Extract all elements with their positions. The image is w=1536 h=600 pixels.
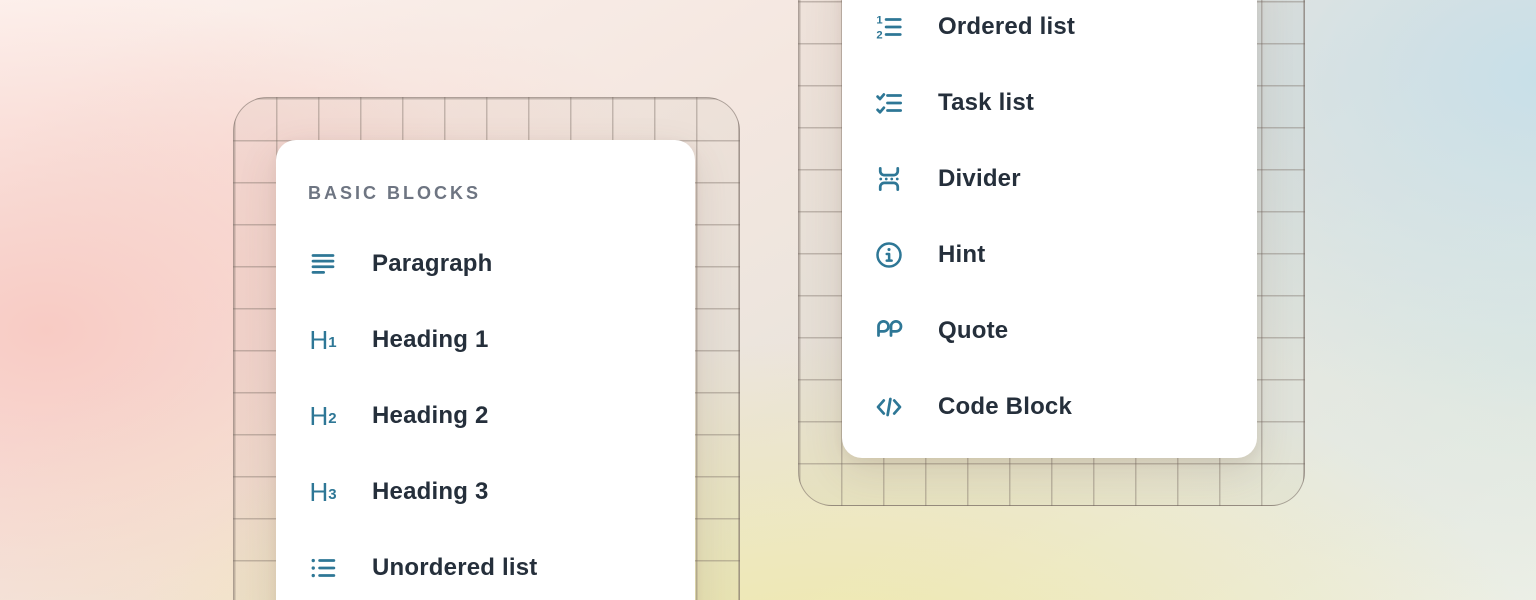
hint-icon bbox=[874, 240, 904, 270]
menu-item-ordered-list[interactable]: 1 2 Ordered list bbox=[842, 0, 1257, 65]
menu-item-label: Code Block bbox=[938, 393, 1072, 421]
block-menu-hero: BASIC BLOCKS Paragraph H1 Heading 1 H2 H… bbox=[0, 0, 1536, 600]
unordered-list-icon bbox=[308, 553, 338, 583]
menu-item-label: Divider bbox=[938, 165, 1021, 193]
menu-item-label: Paragraph bbox=[372, 250, 493, 278]
basic-blocks-list: Paragraph H1 Heading 1 H2 Heading 2 H3 H… bbox=[276, 226, 695, 600]
section-header: BASIC BLOCKS bbox=[276, 140, 695, 202]
menu-item-task-list[interactable]: Task list bbox=[842, 65, 1257, 141]
heading-1-icon: H1 bbox=[308, 325, 338, 355]
h-sub: 3 bbox=[328, 487, 336, 502]
menu-item-paragraph[interactable]: Paragraph bbox=[276, 226, 695, 302]
blocks-list: 1 2 Ordered list Task list bbox=[842, 0, 1257, 445]
h-glyph: H bbox=[309, 477, 328, 507]
menu-item-label: Quote bbox=[938, 317, 1008, 345]
menu-item-label: Heading 2 bbox=[372, 402, 489, 430]
task-list-icon bbox=[874, 88, 904, 118]
code-block-icon bbox=[874, 392, 904, 422]
menu-item-label: Task list bbox=[938, 89, 1034, 117]
h-sub: 2 bbox=[328, 411, 336, 426]
menu-item-unordered-list[interactable]: Unordered list bbox=[276, 530, 695, 600]
basic-blocks-card: BASIC BLOCKS Paragraph H1 Heading 1 H2 H… bbox=[276, 140, 695, 600]
paragraph-icon bbox=[308, 249, 338, 279]
menu-item-heading-2[interactable]: H2 Heading 2 bbox=[276, 378, 695, 454]
blocks-card-continued: 1 2 Ordered list Task list bbox=[842, 0, 1257, 458]
menu-item-label: Unordered list bbox=[372, 554, 538, 582]
h-sub: 1 bbox=[328, 335, 336, 350]
heading-3-icon: H3 bbox=[308, 477, 338, 507]
heading-2-icon: H2 bbox=[308, 401, 338, 431]
menu-item-quote[interactable]: Quote bbox=[842, 293, 1257, 369]
menu-item-label: Hint bbox=[938, 241, 985, 269]
menu-item-label: Heading 1 bbox=[372, 326, 489, 354]
menu-item-heading-1[interactable]: H1 Heading 1 bbox=[276, 302, 695, 378]
menu-item-divider[interactable]: Divider bbox=[842, 141, 1257, 217]
ordered-num-1: 1 bbox=[876, 15, 882, 27]
menu-item-label: Ordered list bbox=[938, 13, 1075, 41]
menu-item-heading-3[interactable]: H3 Heading 3 bbox=[276, 454, 695, 530]
h-glyph: H bbox=[309, 401, 328, 431]
ordered-num-2: 2 bbox=[876, 30, 882, 42]
quote-icon bbox=[874, 316, 904, 346]
divider-icon bbox=[874, 164, 904, 194]
menu-item-label: Heading 3 bbox=[372, 478, 489, 506]
menu-item-code-block[interactable]: Code Block bbox=[842, 369, 1257, 445]
menu-item-hint[interactable]: Hint bbox=[842, 217, 1257, 293]
h-glyph: H bbox=[309, 325, 328, 355]
ordered-list-icon: 1 2 bbox=[874, 12, 904, 42]
